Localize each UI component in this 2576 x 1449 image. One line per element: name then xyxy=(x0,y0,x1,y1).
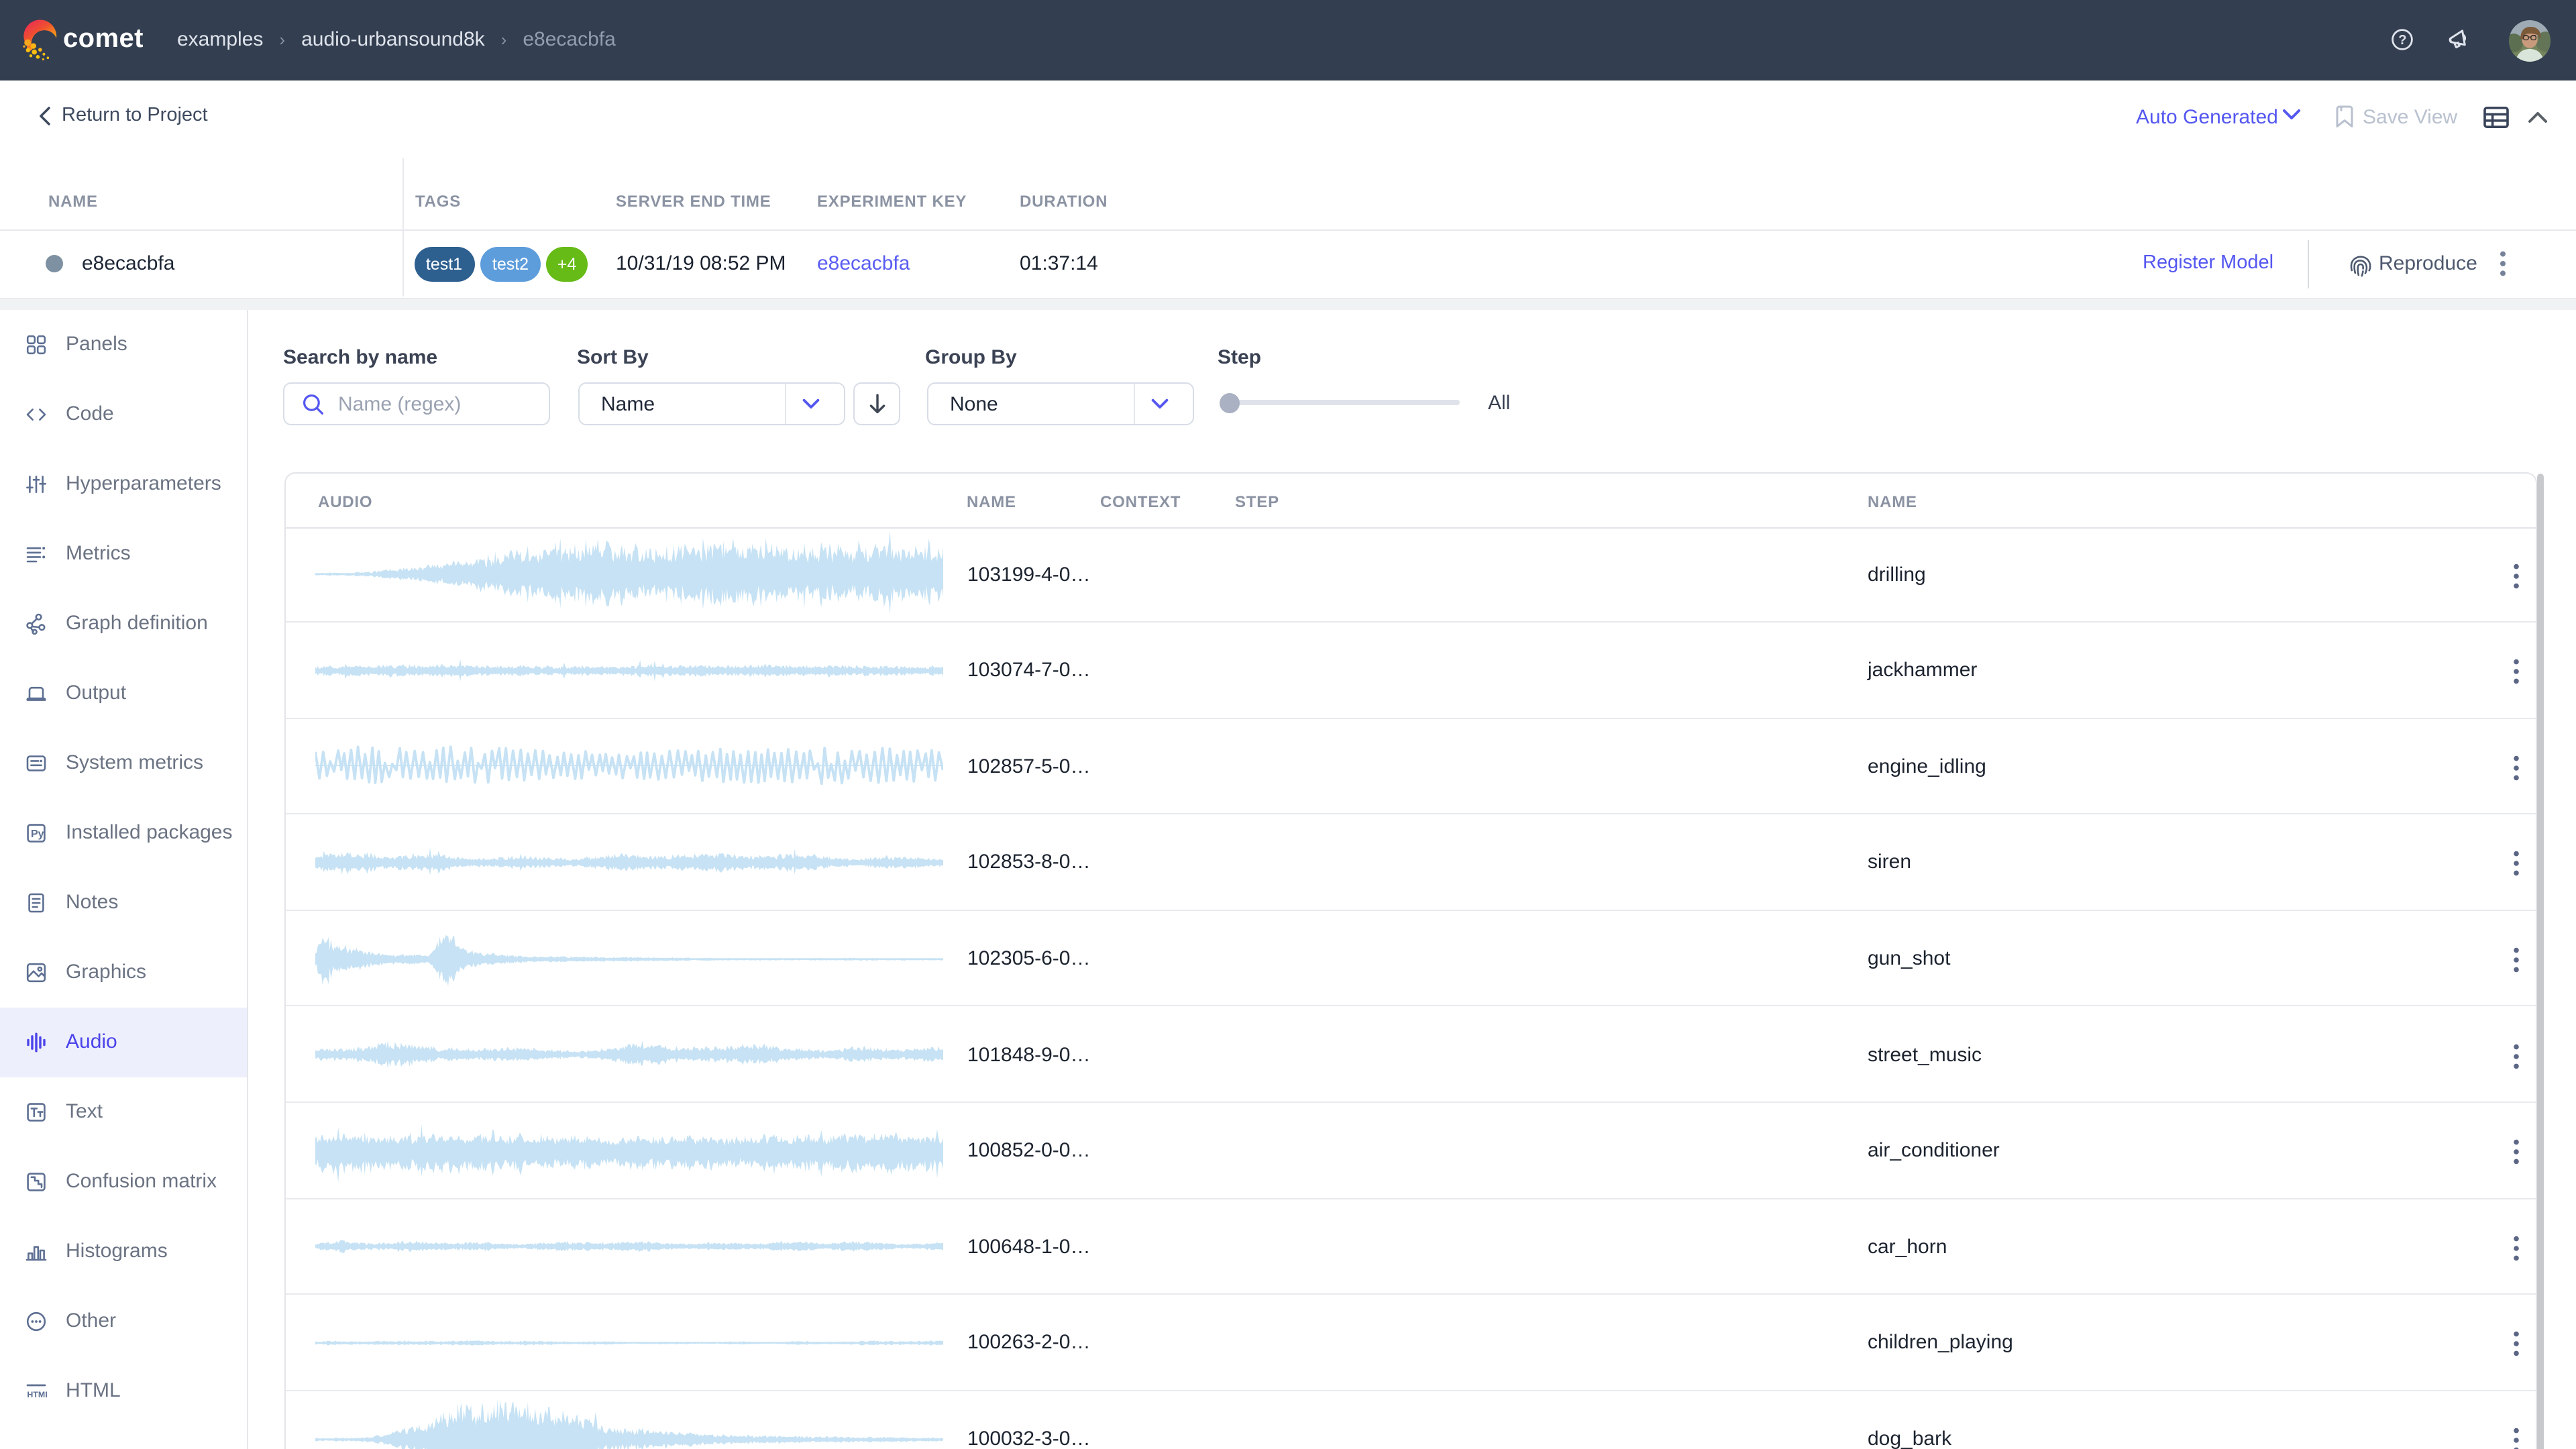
svg-text:HTML: HTML xyxy=(27,1389,47,1399)
svg-text:?: ? xyxy=(2398,34,2406,48)
svg-text:Py: Py xyxy=(31,828,44,839)
